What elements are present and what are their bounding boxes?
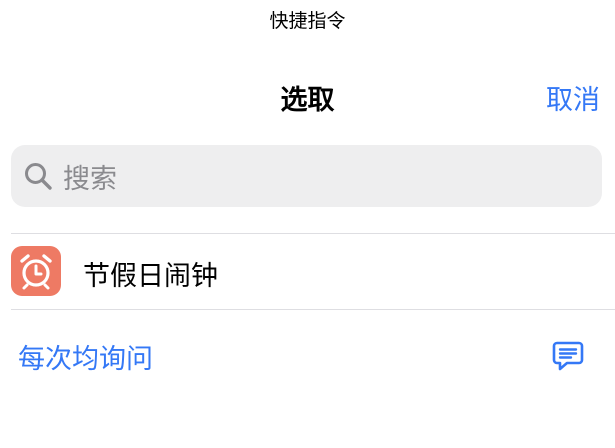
search-input[interactable]: 搜索	[11, 145, 602, 207]
shortcut-picker-screen: 快捷指令 选取 取消 搜索 节假日闹钟 每次均询问	[0, 0, 615, 448]
list-item-label: 节假日闹钟	[83, 261, 218, 292]
search-placeholder: 搜索	[63, 163, 117, 195]
navigation-bar: 选取 取消	[0, 78, 615, 117]
list-item-holiday-alarm[interactable]: 节假日闹钟	[0, 234, 615, 309]
comment-icon[interactable]	[551, 339, 585, 373]
app-title: 快捷指令	[269, 10, 346, 32]
page-title: 选取	[280, 85, 335, 116]
alarm-clock-icon	[11, 246, 61, 296]
ask-each-time-label: 每次均询问	[18, 344, 153, 375]
cancel-button[interactable]: 取消	[546, 78, 600, 117]
search-icon	[25, 163, 52, 190]
ask-each-time-button[interactable]: 每次均询问	[0, 310, 615, 400]
